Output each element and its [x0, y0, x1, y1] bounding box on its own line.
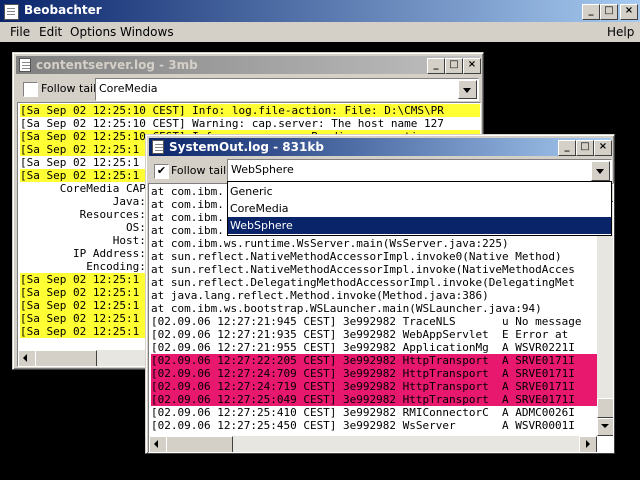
contentserver-format-select[interactable]: CoreMedia [95, 78, 479, 101]
win2-log-line: [02.09.06 12:27:25:049 CEST] 3e992982 Ht… [151, 393, 597, 406]
menu-windows[interactable]: Windows [120, 25, 174, 39]
contentserver-close-button[interactable]: × [463, 58, 481, 74]
app-close-button[interactable]: × [620, 4, 638, 20]
systemout-format-value: WebSphere [231, 163, 294, 176]
systemout-format-dropdown[interactable]: Generic CoreMedia WebSphere [227, 181, 612, 236]
menu-edit[interactable]: Edit [39, 25, 62, 39]
menu-help[interactable]: Help [607, 25, 634, 39]
scroll-down-icon[interactable] [597, 418, 613, 436]
menu-file[interactable]: File [10, 25, 30, 39]
app-icon [4, 4, 19, 20]
systemout-format-select[interactable]: WebSphere [227, 159, 612, 183]
app-title: Beobachter [24, 3, 102, 17]
systemout-titlebar[interactable]: SystemOut.log - 831kb _ □ × [149, 138, 612, 156]
scroll-left-icon[interactable] [18, 350, 36, 366]
contentserver-titlebar[interactable]: contentserver.log - 3mb _ □ × [16, 56, 481, 74]
win2-log-line: [02.09.06 12:27:25:410 CEST] 3e992982 RM… [151, 406, 597, 419]
win2-log-line: [02.09.06 12:27:21:955 CEST] 3e992982 Ap… [151, 341, 597, 354]
win1-log-line: [Sa Sep 02 12:25:10 CEST] Info: log.file… [20, 104, 480, 117]
win2-log-line: [02.09.06 12:27:22:205 CEST] 3e992982 Ht… [151, 354, 597, 367]
contentserver-follow-tail-checkbox[interactable] [23, 82, 38, 97]
systemout-maximize-button[interactable]: □ [576, 140, 594, 156]
win2-log-line: at com.ibm.ws.bootstrap.WSLauncher.main(… [151, 302, 597, 315]
win2-log-line: [02.09.06 12:27:24:719 CEST] 3e992982 Ht… [151, 380, 597, 393]
systemout-follow-tail-label: Follow tail [171, 164, 227, 177]
contentserver-minimize-button[interactable]: _ [427, 58, 445, 74]
win2-log-line: at java.lang.reflect.Method.invoke(Metho… [151, 289, 597, 302]
systemout-close-button[interactable]: × [594, 140, 612, 156]
document-icon [19, 58, 31, 72]
systemout-h-thumb[interactable] [166, 436, 233, 452]
win2-log-line: [02.09.06 12:27:21:945 CEST] 3e992982 Tr… [151, 315, 597, 328]
chevron-down-icon[interactable] [458, 80, 477, 99]
win2-log-line: at sun.reflect.NativeMethodAccessorImpl.… [151, 250, 597, 263]
systemout-v-thumb[interactable] [597, 398, 613, 418]
app-maximize-button[interactable]: □ [600, 4, 618, 20]
win2-log-line: at com.ibm.ws.runtime.WsServer.main(WsSe… [151, 237, 597, 250]
menu-options[interactable]: Options [70, 25, 116, 39]
app-minimize-button[interactable]: _ [582, 4, 600, 20]
win2-log-line: [02.09.06 12:27:25:450 CEST] 3e992982 Ws… [151, 419, 597, 432]
dropdown-option-coremedia[interactable]: CoreMedia [228, 200, 611, 217]
systemout-h-scrollbar[interactable] [149, 436, 597, 452]
chevron-down-icon[interactable] [591, 161, 610, 181]
app-titlebar[interactable]: Beobachter _ □ × [0, 0, 640, 22]
scroll-right-icon[interactable] [579, 436, 597, 452]
systemout-follow-tail-checkbox[interactable]: ✔ [154, 164, 169, 179]
systemout-title: SystemOut.log - 831kb [169, 140, 324, 154]
scroll-left-icon[interactable] [149, 436, 167, 452]
win2-log-line: at sun.reflect.NativeMethodAccessorImpl.… [151, 263, 597, 276]
contentserver-h-thumb[interactable] [35, 350, 97, 366]
menubar: File Edit Options Windows Help [0, 22, 640, 42]
dropdown-option-generic[interactable]: Generic [228, 183, 611, 200]
win1-log-line: [Sa Sep 02 12:25:10 CEST] Warning: cap.s… [20, 117, 480, 130]
win2-log-line: [02.09.06 12:27:21:935 CEST] 3e992982 We… [151, 328, 597, 341]
win2-log-line: at sun.reflect.DelegatingMethodAccessorI… [151, 276, 597, 289]
document-icon [152, 140, 164, 154]
dropdown-option-websphere[interactable]: WebSphere [228, 217, 611, 234]
contentserver-format-value: CoreMedia [99, 82, 158, 95]
log-window-systemout[interactable]: SystemOut.log - 831kb _ □ × ✔ Follow tai… [145, 134, 615, 454]
contentserver-follow-tail-label: Follow tail [41, 82, 97, 95]
contentserver-title: contentserver.log - 3mb [36, 58, 198, 72]
systemout-minimize-button[interactable]: _ [558, 140, 576, 156]
win2-log-line: [02.09.06 12:27:24:709 CEST] 3e992982 Ht… [151, 367, 597, 380]
contentserver-maximize-button[interactable]: □ [445, 58, 463, 74]
